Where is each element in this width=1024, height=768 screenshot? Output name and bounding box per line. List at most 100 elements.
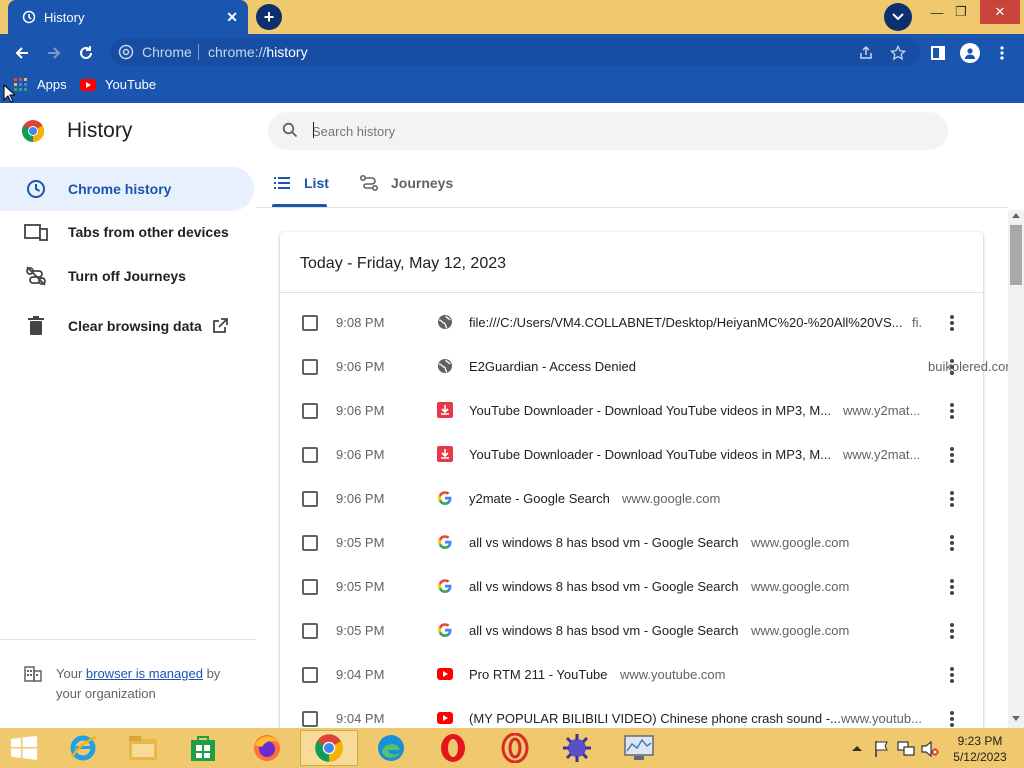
back-arrow-icon <box>15 47 28 59</box>
taskbar-store[interactable] <box>174 730 232 766</box>
row-title[interactable]: file:///C:/Users/VM4.COLLABNET/Desktop/H… <box>469 315 903 330</box>
taskbar-firefox[interactable] <box>238 730 296 766</box>
reload-button[interactable] <box>76 43 96 63</box>
history-row[interactable]: 9:06 PM YouTube Downloader - Download You… <box>280 433 983 477</box>
history-row[interactable]: 9:05 PM all vs windows 8 has bsod vm - Go… <box>280 609 983 653</box>
scrollbar[interactable] <box>1008 210 1024 728</box>
row-more-icon[interactable] <box>948 665 956 685</box>
row-title[interactable]: Pro RTM 211 - YouTube <box>469 667 608 682</box>
side-panel-button[interactable] <box>928 43 948 63</box>
taskbar-opera[interactable] <box>424 730 482 766</box>
history-row[interactable]: 9:05 PM all vs windows 8 has bsod vm - Go… <box>280 565 983 609</box>
row-title[interactable]: (MY POPULAR BILIBILI VIDEO) Chinese phon… <box>469 711 841 726</box>
taskbar-app-blue[interactable] <box>548 730 606 766</box>
sidebar-item-label: Tabs from other devices <box>68 224 229 240</box>
row-checkbox[interactable] <box>302 447 318 463</box>
row-checkbox[interactable] <box>302 359 318 375</box>
row-more-icon[interactable] <box>948 489 956 509</box>
tab-history[interactable]: History ✕ <box>8 0 248 34</box>
history-row[interactable]: 9:04 PM Pro RTM 211 - YouTube www.youtube.… <box>280 653 983 697</box>
trash-icon <box>24 314 48 338</box>
clock-time: 9:23 PM <box>957 734 1003 748</box>
sidebar-item-tabs-other-devices[interactable]: Tabs from other devices <box>0 210 254 254</box>
sidebar-item-chrome-history[interactable]: Chrome history <box>0 167 254 211</box>
bookmark-apps[interactable]: Apps <box>14 77 67 92</box>
sidebar-item-label: Clear browsing data <box>68 318 202 334</box>
action-center-flag-icon[interactable] <box>874 740 890 758</box>
share-button[interactable] <box>856 43 876 63</box>
scroll-up-icon[interactable] <box>1012 212 1020 218</box>
row-more-icon[interactable] <box>948 621 956 641</box>
bookmark-star-button[interactable] <box>888 43 908 63</box>
taskbar-file-explorer[interactable] <box>114 730 172 766</box>
row-time: 9:04 PM <box>336 667 385 682</box>
row-more-icon[interactable] <box>948 533 956 553</box>
history-row[interactable]: 9:06 PM E2Guardian - Access Denied buikole… <box>280 345 1016 389</box>
scrollbar-thumb[interactable] <box>1010 225 1022 285</box>
row-domain: www.y2mat... <box>843 447 921 462</box>
row-title[interactable]: all vs windows 8 has bsod vm - Google Se… <box>469 535 739 550</box>
row-checkbox[interactable] <box>302 315 318 331</box>
row-title[interactable]: all vs windows 8 has bsod vm - Google Se… <box>469 623 739 638</box>
row-domain: buikolered.com <box>928 359 1017 374</box>
history-row[interactable]: 9:06 PM y2mate - Google Search www.google.… <box>280 477 983 521</box>
menu-button[interactable] <box>992 43 1012 63</box>
row-checkbox[interactable] <box>302 579 318 595</box>
row-more-icon[interactable] <box>948 357 956 377</box>
start-button[interactable] <box>0 730 48 766</box>
network-icon[interactable] <box>897 741 915 757</box>
row-more-icon[interactable] <box>948 313 956 333</box>
close-window-button[interactable]: ✕ <box>980 0 1020 24</box>
taskbar-opera-gx[interactable] <box>486 730 544 766</box>
url-text[interactable]: chrome://history <box>208 44 308 60</box>
tab-search-button[interactable] <box>884 3 912 31</box>
row-more-icon[interactable] <box>948 401 956 421</box>
history-row[interactable]: 9:06 PM YouTube Downloader - Download You… <box>280 389 983 433</box>
scroll-down-icon[interactable] <box>1012 716 1020 722</box>
row-checkbox[interactable] <box>302 667 318 683</box>
sidebar-item-turn-off-journeys[interactable]: Turn off Journeys <box>0 254 254 298</box>
chrome-icon <box>315 734 343 762</box>
row-checkbox[interactable] <box>302 711 318 727</box>
row-more-icon[interactable] <box>948 445 956 465</box>
globe-icon <box>437 314 453 330</box>
taskbar-edge[interactable] <box>362 730 420 766</box>
back-button[interactable] <box>12 43 32 63</box>
tab-list[interactable]: List <box>274 175 329 191</box>
row-title[interactable]: E2Guardian - Access Denied <box>469 359 636 374</box>
tray-expand-icon[interactable] <box>852 745 862 751</box>
row-title[interactable]: all vs windows 8 has bsod vm - Google Se… <box>469 579 739 594</box>
monitor-chart-icon <box>624 735 654 760</box>
profile-button[interactable] <box>960 43 980 63</box>
row-title[interactable]: YouTube Downloader - Download YouTube vi… <box>469 447 831 462</box>
row-checkbox[interactable] <box>302 535 318 551</box>
close-tab-icon[interactable]: ✕ <box>226 9 238 26</box>
minimize-button[interactable]: — <box>928 0 946 24</box>
history-row[interactable]: 9:05 PM all vs windows 8 has bsod vm - Go… <box>280 521 983 565</box>
taskbar-clock[interactable]: 9:23 PM 5/12/2023 <box>950 733 1010 765</box>
restore-button[interactable]: ❐ <box>952 0 970 24</box>
tab-journeys[interactable]: Journeys <box>360 175 453 191</box>
managed-link[interactable]: browser is managed <box>86 666 203 681</box>
volume-muted-icon[interactable] <box>921 741 939 757</box>
row-title[interactable]: YouTube Downloader - Download YouTube vi… <box>469 403 831 418</box>
url-prefix: chrome:// <box>208 44 267 60</box>
taskbar-chrome[interactable] <box>300 730 358 766</box>
row-checkbox[interactable] <box>302 623 318 639</box>
bookmark-youtube[interactable]: YouTube <box>80 77 156 92</box>
new-tab-button[interactable]: + <box>256 4 282 30</box>
row-checkbox[interactable] <box>302 491 318 507</box>
row-more-icon[interactable] <box>948 709 956 729</box>
row-more-icon[interactable] <box>948 577 956 597</box>
taskbar-ie[interactable] <box>54 730 112 766</box>
row-time: 9:05 PM <box>336 535 385 550</box>
history-row[interactable]: 9:08 PM file:///C:/Users/VM4.COLLABNET/De… <box>280 301 983 345</box>
sidebar-item-clear-browsing-data[interactable]: Clear browsing data <box>0 304 254 348</box>
forward-button[interactable] <box>44 43 64 63</box>
taskbar-task-manager[interactable] <box>610 730 668 766</box>
search-input[interactable] <box>312 119 912 143</box>
omnibox-separator <box>198 44 199 60</box>
row-domain: www.youtub... <box>841 711 922 726</box>
row-title[interactable]: y2mate - Google Search <box>469 491 610 506</box>
row-checkbox[interactable] <box>302 403 318 419</box>
